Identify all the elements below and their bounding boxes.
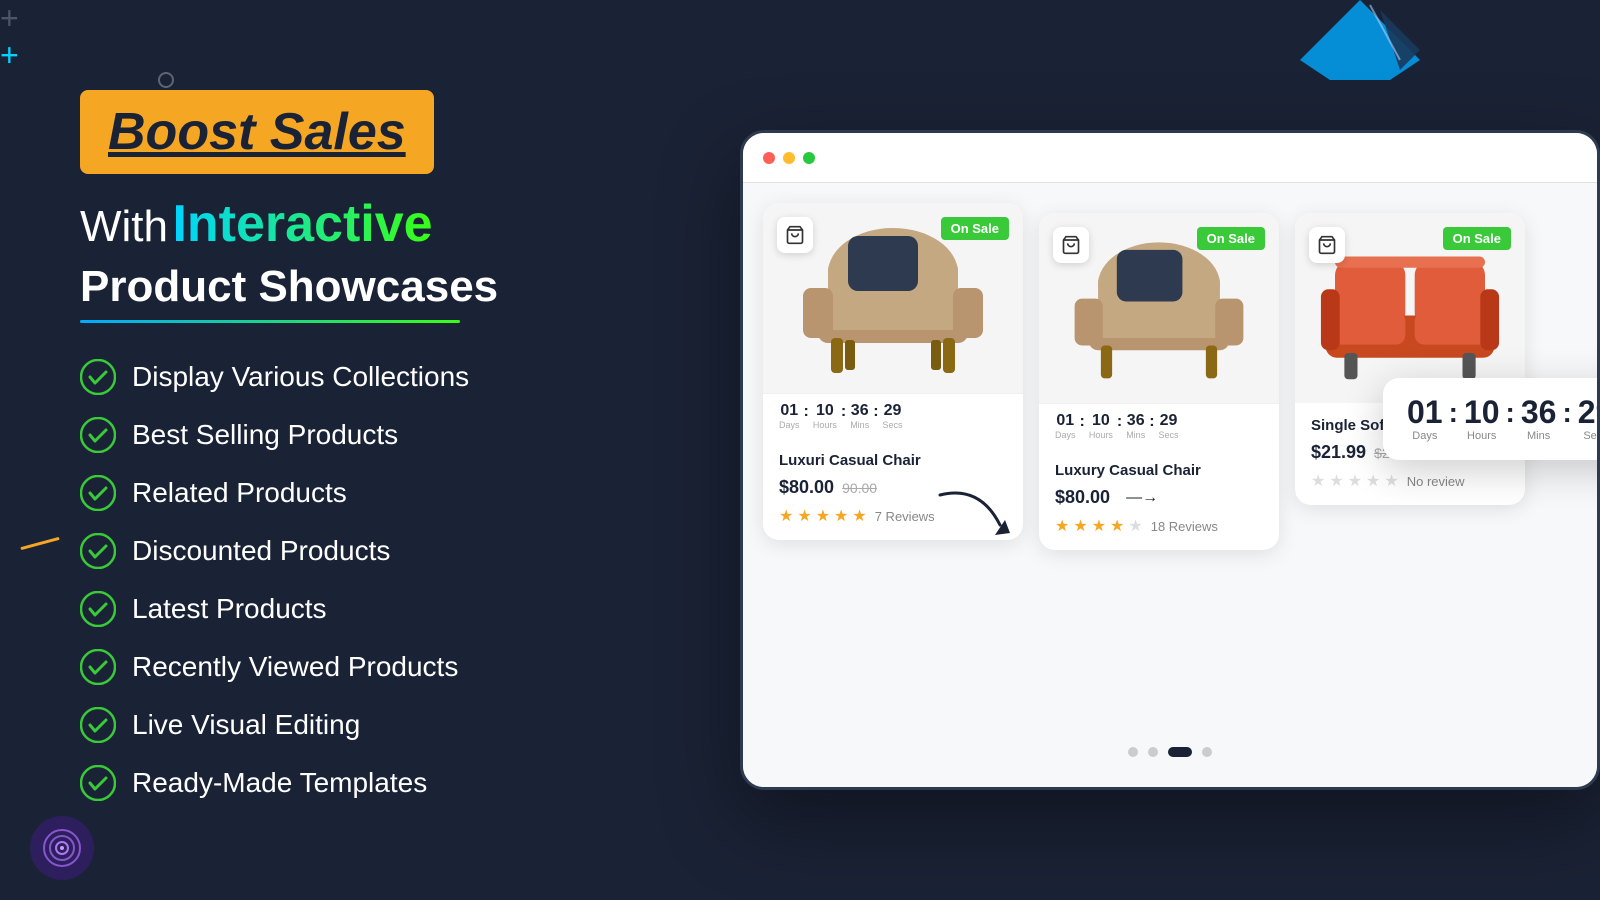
right-content-area: On Sale [700,80,1600,860]
countdown-popup: 01 Days : 10 Hours : 36 Mins [1383,378,1597,460]
card-1-price-current: $80.00 [779,477,834,498]
countdown-days-label-small: Days [779,420,800,430]
check-icon-4 [80,533,116,569]
check-icon-8 [80,765,116,801]
star-2: ★ [797,506,811,526]
check-icon-7 [80,707,116,743]
card-3-cart-icon[interactable] [1309,227,1345,263]
countdown-days-big: 01 [1407,396,1443,428]
circle-decoration [158,72,174,88]
card-1-badge: On Sale [941,217,1009,240]
countdown-secs-unit: 29 Secs [1578,396,1597,442]
countdown-hours-label: Hours [1464,430,1500,442]
card-2-info: Luxury Casual Chair $80.00 —→ ★ ★ ★ ★ ★ … [1039,448,1279,550]
card-3-stars: ★ ★ ★ ★ ★ No review [1311,471,1509,491]
browser-dot-red [763,152,775,164]
check-icon-5 [80,591,116,627]
feature-latest: Latest Products [80,591,680,627]
countdown-mins-small: 36 [850,402,869,420]
star-5: ★ [852,506,866,526]
pagination-dot-3[interactable] [1168,747,1192,757]
feature-related: Related Products [80,475,680,511]
countdown-days-small: 01 [779,402,800,420]
countdown-row: 01 Days : 10 Hours : 36 Mins [1407,396,1597,442]
countdown-days-label: Days [1407,430,1443,442]
countdown-secs-small: 29 [883,402,903,420]
showcase-text: Product Showcases [80,262,680,312]
star-4: ★ [834,506,848,526]
browser-dot-yellow [783,152,795,164]
countdown-hours-small: 10 [813,402,837,420]
countdown-mins-big: 36 [1521,396,1557,428]
feature-templates: Ready-Made Templates [80,765,680,801]
feature-list: Display Various Collections Best Selling… [80,359,680,801]
card-3-badge: On Sale [1443,227,1511,250]
countdown-mins-label: Mins [1521,430,1557,442]
card-2-cart-icon[interactable] [1053,227,1089,263]
colon-3: : [1562,397,1571,429]
triangle-decoration [1300,0,1420,85]
card-2-countdown: 01 Days : 10 Hours : 36 Mins : 2 [1039,403,1279,448]
check-icon-2 [80,417,116,453]
logo-bottom [30,816,94,880]
arrow-decoration [930,485,1020,550]
check-icon [80,359,116,395]
countdown-mins-label-small: Mins [850,420,869,430]
left-content-area: Boost Sales With Interactive Product Sho… [80,90,680,823]
boost-badge: Boost Sales [80,90,434,174]
card-1-reviews: 7 Reviews [875,509,935,524]
card-1-cart-icon[interactable] [777,217,813,253]
browser-mockup: On Sale [740,130,1600,790]
countdown-secs-label-small: Secs [883,420,903,430]
boost-label: Boost Sales [108,102,406,162]
card-1-title: Luxuri Casual Chair [779,452,1007,469]
card-2-price: $80.00 —→ [1055,487,1263,508]
countdown-hours-big: 10 [1464,396,1500,428]
countdown-hours-unit: 10 Hours [1464,396,1500,442]
underline-accent [80,320,460,323]
card-3-price-current: $21.99 [1311,442,1366,463]
card-2-badge: On Sale [1197,227,1265,250]
card-2-arrow: —→ [1126,489,1158,507]
product-card-2: On Sale [1039,213,1279,550]
browser-dot-green [803,152,815,164]
interactive-text: Interactive [172,195,432,253]
feature-live-editing: Live Visual Editing [80,707,680,743]
dash-decoration-2 [20,537,59,550]
colon-1: : [1449,397,1458,429]
star-1: ★ [779,506,793,526]
card-3-reviews: No review [1407,474,1465,489]
feature-best-selling: Best Selling Products [80,417,680,453]
card-2-title: Luxury Casual Chair [1055,462,1263,479]
colon-2: : [1506,397,1515,429]
card-1-countdown: 01 Days : 10 Hours : 36 Mins [763,393,1023,438]
star-3: ★ [816,506,830,526]
product-card-3: On Sale [1295,213,1525,505]
feature-recently-viewed: Recently Viewed Products [80,649,680,685]
card-2-price-current: $80.00 [1055,487,1110,508]
feature-discounted: Discounted Products [80,533,680,569]
card-2-stars: ★ ★ ★ ★ ★ 18 Reviews [1055,516,1263,536]
pagination-dots [1128,747,1212,757]
countdown-secs-big: 29 [1578,396,1597,428]
countdown-days-unit: 01 Days [1407,396,1443,442]
with-text: With [80,202,168,251]
pagination-dot-1[interactable] [1128,747,1138,757]
check-icon-6 [80,649,116,685]
check-icon-3 [80,475,116,511]
browser-content: On Sale [743,183,1597,787]
card-1-price-old: 90.00 [842,480,877,496]
pagination-dot-4[interactable] [1202,747,1212,757]
browser-top-bar [743,133,1597,183]
countdown-hours-label-small: Hours [813,420,837,430]
card-2-reviews: 18 Reviews [1151,519,1218,534]
countdown-mins-unit: 36 Mins [1521,396,1557,442]
headline-line1: With Interactive [80,194,680,254]
pagination-dot-2[interactable] [1148,747,1158,757]
feature-display-collections: Display Various Collections [80,359,680,395]
countdown-secs-label: Secs [1578,430,1597,442]
